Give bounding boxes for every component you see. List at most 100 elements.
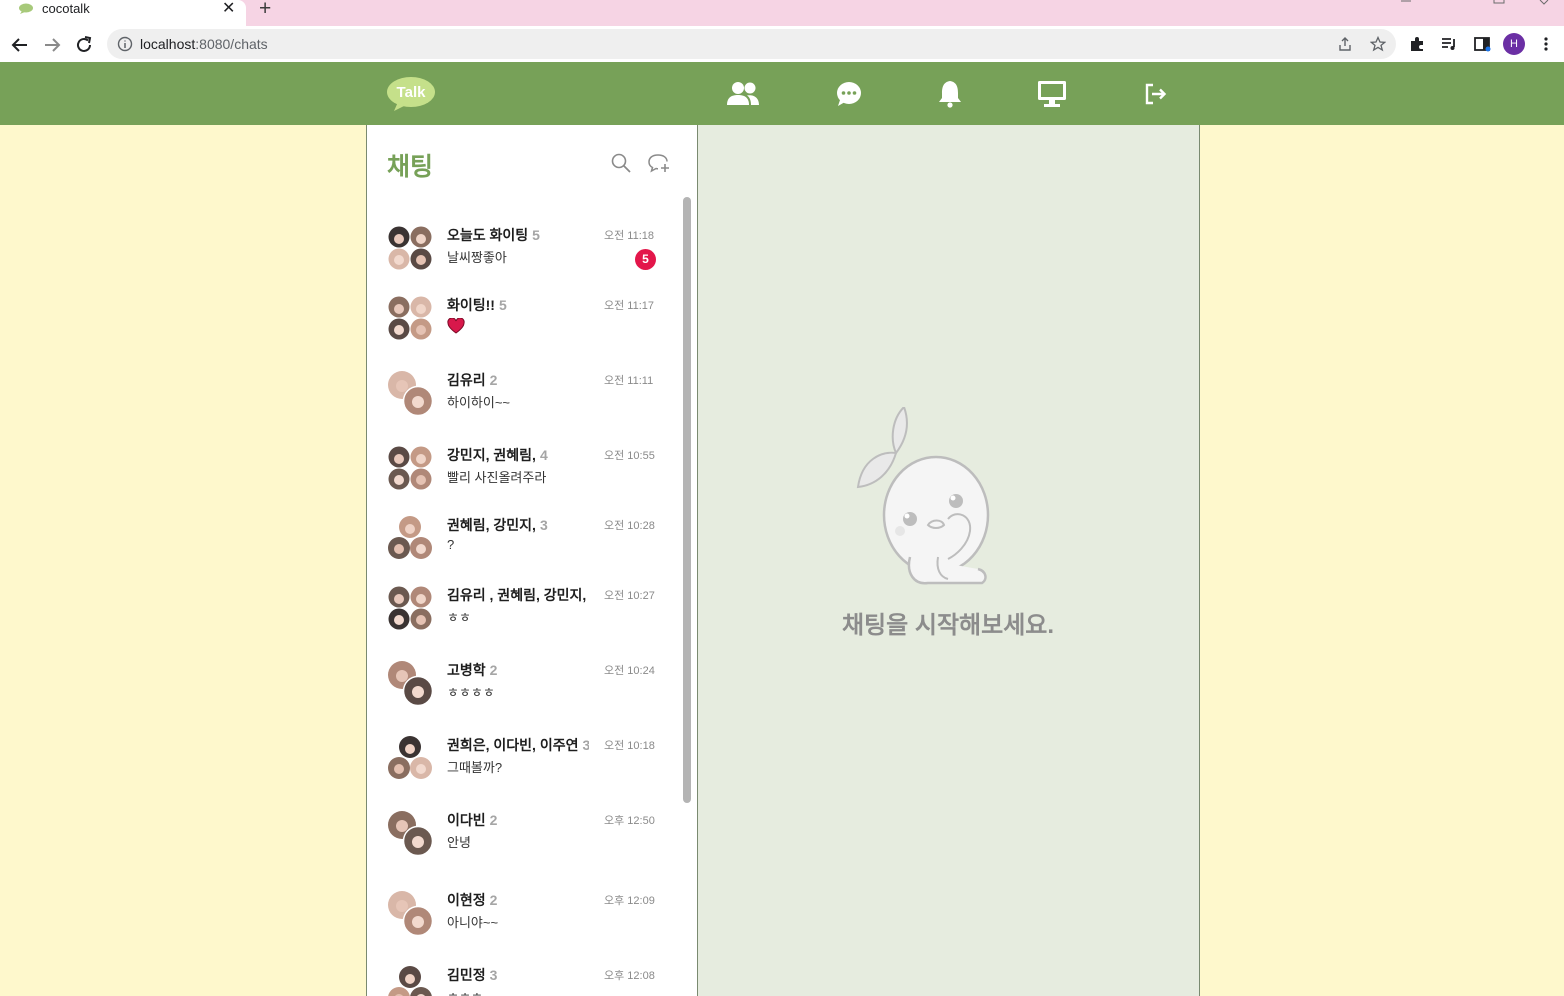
- talk-favicon-icon: [19, 3, 33, 14]
- chat-avatar: [387, 890, 434, 937]
- message-time: 오후 12:50: [604, 815, 655, 827]
- friends-icon[interactable]: [726, 79, 760, 109]
- address-bar[interactable]: localhost:8080/chats: [107, 29, 1396, 59]
- chat-avatar: [387, 370, 434, 417]
- chat-room-name: 이현정 2: [447, 890, 497, 910]
- chat-room-name: 권희은, 이다빈, 이주연3: [447, 735, 589, 755]
- chat-list-item[interactable]: 이현정 2 아니야~~ 오후 12:09: [367, 890, 677, 960]
- member-count: 5: [532, 227, 540, 243]
- member-count: 2: [489, 372, 498, 388]
- chat-room-name: 김유리 , 권혜림, 강민지,: [447, 585, 586, 605]
- chat-list-item[interactable]: 화이팅!! 5 오전 11:17: [367, 295, 677, 365]
- chat-room-name-text: 화이팅!!: [447, 297, 495, 313]
- member-count: 2: [489, 812, 498, 828]
- window-minimize-icon[interactable]: [1400, 0, 1412, 4]
- chat-list-item[interactable]: 이다빈 2 안녕 오후 12:50: [367, 810, 677, 880]
- chat-room-name: 김유리 2: [447, 370, 497, 390]
- tab-title: cocotalk: [42, 1, 90, 16]
- window-maximize-icon[interactable]: [1493, 0, 1505, 4]
- chat-avatar: [387, 295, 433, 341]
- site-info-icon[interactable]: [117, 36, 133, 52]
- message-time: 오전 11:18: [604, 230, 655, 242]
- chat-room-name: 김민정 3: [447, 965, 497, 985]
- chat-room-name: 고병학 2: [447, 660, 497, 680]
- profile-avatar[interactable]: H: [1503, 33, 1525, 55]
- chat-room-name: 이다빈 2: [447, 810, 497, 830]
- chat-room-name-text: 강민지, 권혜림,: [447, 447, 536, 463]
- chat-room-name-text: 김민정: [447, 967, 486, 983]
- tab-close-icon[interactable]: ✕: [222, 0, 235, 18]
- chat-list-item[interactable]: 오늘도 화이팅 5 날씨짱좋아 오전 11:18 5: [367, 225, 677, 295]
- message-time: 오전 11:11: [604, 375, 654, 387]
- member-count: 3: [539, 517, 548, 533]
- logout-icon[interactable]: [1139, 79, 1173, 109]
- message-time: 오전 10:28: [604, 520, 655, 532]
- chat-list-scrollbar[interactable]: [683, 197, 691, 803]
- chat-list-item[interactable]: 김민정3 ㅎㅎㅎ 오후 12:08: [367, 965, 677, 996]
- last-message: ㅎㅎ: [447, 610, 471, 625]
- bookmark-star-icon[interactable]: [1370, 36, 1386, 52]
- logo-text: Talk: [397, 84, 427, 101]
- chat-room-panel: 채팅을 시작해보세요.: [698, 125, 1200, 996]
- app-header: Talk: [0, 62, 1564, 125]
- share-icon[interactable]: [1337, 36, 1353, 52]
- last-message: 안녕: [447, 835, 471, 850]
- chat-bubble-icon[interactable]: [832, 79, 866, 109]
- chat-room-name-text: 이현정: [447, 892, 486, 908]
- empty-state-message: 채팅을 시작해보세요.: [841, 612, 1055, 639]
- browser-toolbar: localhost:8080/chats H: [0, 26, 1564, 62]
- chat-avatar: [387, 810, 434, 857]
- browser-tab[interactable]: cocotalk ✕: [0, 0, 246, 26]
- mascot-illustration: [856, 407, 990, 585]
- chat-room-name-text: 권희은, 이다빈, 이주연: [447, 737, 579, 753]
- chat-list-item[interactable]: 강민지, 권혜림, 4 빨리 사진올려주라 오전 10:55: [367, 445, 677, 515]
- chat-list-item[interactable]: 김유리 , 권혜림, 강민지, ㅎㅎ 오전 10:27: [367, 585, 677, 655]
- last-message: ㅎㅎㅎㅎ: [447, 685, 495, 700]
- search-icon[interactable]: [611, 153, 631, 173]
- chat-list-item[interactable]: 김유리 2 하이하이~~ 오전 11:11: [367, 370, 677, 440]
- message-time: 오전 11:17: [604, 300, 655, 312]
- chat-room-name: 화이팅!! 5: [447, 295, 507, 315]
- sidepanel-icon[interactable]: [1473, 35, 1491, 53]
- monitor-icon[interactable]: [1035, 79, 1069, 109]
- reload-icon[interactable]: [73, 34, 95, 56]
- browser-tab-bar: cocotalk ✕ +: [0, 0, 1564, 26]
- media-playlist-icon[interactable]: [1440, 35, 1458, 53]
- extensions-puzzle-icon[interactable]: [1408, 35, 1426, 53]
- chat-avatar: [387, 445, 433, 491]
- chat-list-item[interactable]: 권혜림, 강민지, 3? 오전 10:28: [367, 515, 677, 585]
- chat-avatar: [387, 515, 433, 561]
- url-host: localhost: [140, 36, 196, 52]
- window-close-icon[interactable]: [1538, 0, 1550, 5]
- heart-icon: [447, 317, 465, 334]
- last-message: 아니야~~: [447, 915, 499, 930]
- message-time: 오전 10:24: [604, 665, 655, 677]
- chat-list-item[interactable]: 고병학 2 ㅎㅎㅎㅎ 오전 10:24: [367, 660, 677, 730]
- last-message: 하이하이~~: [447, 395, 511, 410]
- message-time: 오전 10:55: [604, 450, 655, 462]
- chat-room-name-text: 이다빈: [447, 812, 486, 828]
- back-arrow-icon[interactable]: [9, 34, 31, 56]
- last-message: ?: [447, 537, 455, 552]
- url-text[interactable]: localhost:8080/chats: [140, 36, 268, 52]
- message-time: 오전 10:27: [604, 590, 655, 602]
- notification-bell-icon[interactable]: [933, 79, 967, 109]
- last-message: ㅎㅎㅎ: [447, 987, 483, 996]
- chat-avatar: [387, 965, 433, 996]
- forward-arrow-icon[interactable]: [41, 34, 63, 56]
- chat-list-item[interactable]: 권희은, 이다빈, 이주연3 그때볼까? 오전 10:18: [367, 735, 677, 805]
- member-count: 3: [582, 737, 589, 753]
- new-chat-icon[interactable]: [647, 152, 671, 174]
- last-message: 날씨짱좋아: [447, 250, 507, 265]
- member-count: 2: [489, 892, 498, 908]
- browser-menu-icon[interactable]: [1540, 36, 1552, 52]
- member-count: 5: [498, 297, 507, 313]
- chat-room-name-text: 고병학: [447, 662, 486, 678]
- chat-list-title: 채팅: [387, 153, 434, 181]
- url-path: :8080/chats: [195, 36, 268, 52]
- chat-avatar: [387, 660, 434, 707]
- talk-logo[interactable]: Talk: [386, 76, 436, 112]
- chat-room-name: 오늘도 화이팅 5: [447, 225, 540, 245]
- chat-avatar: [387, 225, 433, 271]
- new-tab-icon[interactable]: +: [259, 0, 271, 21]
